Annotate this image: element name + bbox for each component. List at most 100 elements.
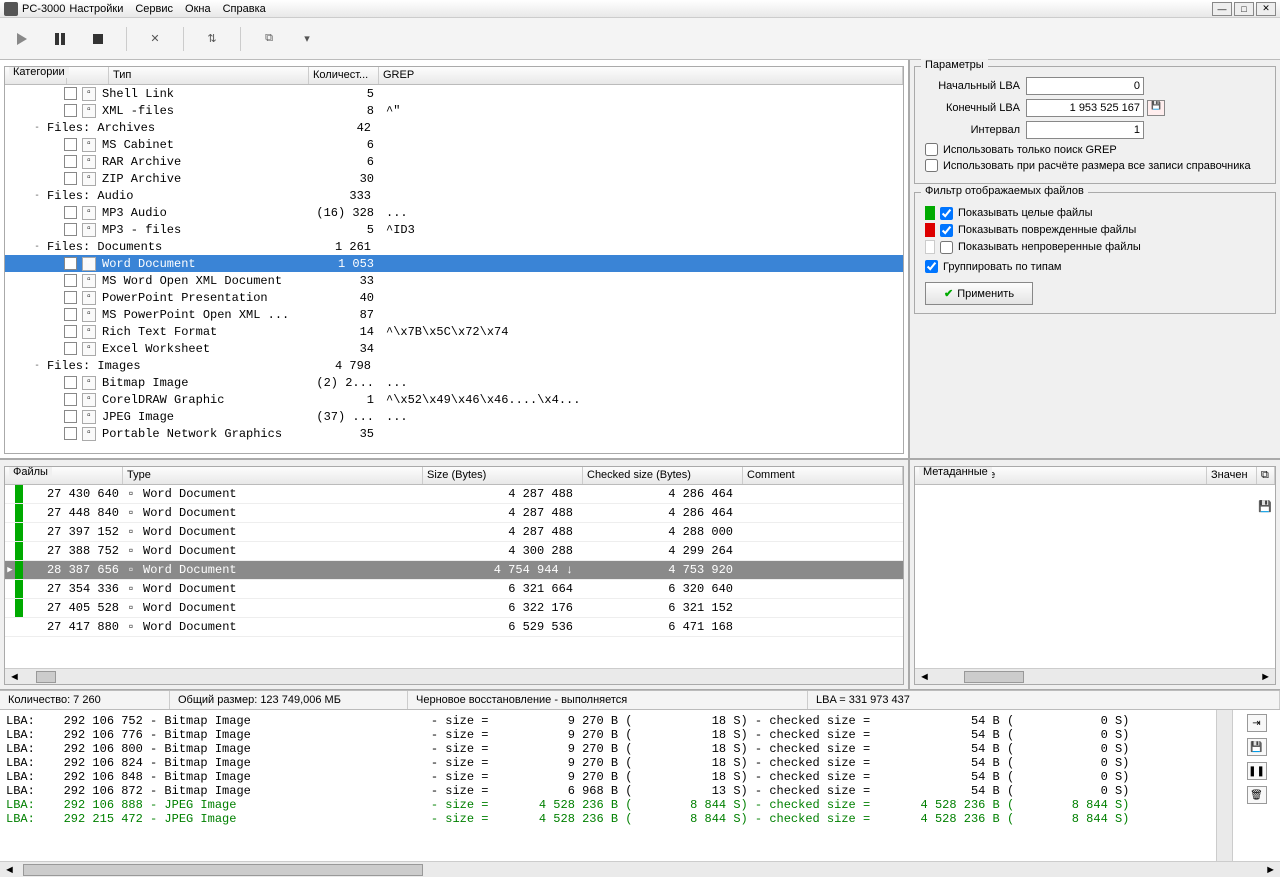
checkbox[interactable] [64,342,77,355]
menu-windows[interactable]: Окна [185,3,211,15]
file-row[interactable]: 27 354 336▫Word Document6 321 6646 320 6… [5,580,903,599]
category-row[interactable]: ▫JPEG Image(37) ...... [5,408,903,425]
log-vscroll[interactable] [1216,710,1232,861]
expand-icon[interactable] [49,258,61,269]
expand-icon[interactable] [49,292,61,303]
col-size[interactable]: Size (Bytes) [423,467,583,484]
file-row[interactable]: 27 397 152▫Word Document4 287 4884 288 0… [5,523,903,542]
expand-icon[interactable] [49,377,61,388]
maximize-button[interactable]: □ [1234,2,1254,16]
close-button[interactable]: ✕ [1256,2,1276,16]
files-hscroll[interactable]: ◄ [5,668,903,684]
meta-hscroll[interactable]: ◄► [915,668,1275,684]
checkbox[interactable] [64,410,77,423]
expand-icon[interactable] [49,394,61,405]
log-hscroll[interactable]: ◄► [0,861,1280,877]
checkbox[interactable] [64,291,77,304]
category-row[interactable]: -Files: Images4 798 [5,357,903,374]
category-row[interactable]: ▫XML -files8^" [5,102,903,119]
file-row[interactable]: 27 430 640▫Word Document4 287 4884 286 4… [5,485,903,504]
use-catalog-checkbox[interactable] [925,159,938,172]
file-row[interactable]: 27 405 528▫Word Document6 322 1766 321 1… [5,599,903,618]
disk-icon[interactable]: 💾 [1147,100,1165,116]
col-comment[interactable]: Comment [743,467,903,484]
checkbox[interactable] [64,393,77,406]
tools-button[interactable]: ✕ [145,29,165,49]
expand-icon[interactable] [49,173,61,184]
col-type[interactable]: Тип [109,67,309,84]
category-row[interactable]: ▫Word Document1 053 [5,255,903,272]
checkbox[interactable] [64,172,77,185]
checkbox[interactable] [64,257,77,270]
category-row[interactable]: ▫Shell Link5 [5,85,903,102]
checkbox[interactable] [64,376,77,389]
category-row[interactable]: ▫CorelDRAW Graphic1^\x52\x49\x46\x46....… [5,391,903,408]
col-count[interactable]: Количест... [309,67,379,84]
col-type[interactable]: Type [123,467,423,484]
checkbox[interactable] [64,325,77,338]
sort-button[interactable]: ⇅ [202,29,222,49]
category-row[interactable]: ▫Portable Network Graphics35 [5,425,903,442]
copy-button[interactable]: ⧉ [259,29,279,49]
start-lba-input[interactable] [1026,77,1144,95]
checkbox[interactable] [64,274,77,287]
checkbox[interactable] [64,138,77,151]
expand-icon[interactable] [49,224,61,235]
category-row[interactable]: ▫PowerPoint Presentation40 [5,289,903,306]
expand-icon[interactable] [49,207,61,218]
file-row[interactable]: 27 448 840▫Word Document4 287 4884 286 4… [5,504,903,523]
category-row[interactable]: ▫Excel Worksheet34 [5,340,903,357]
col-value[interactable]: Значен [1207,467,1257,484]
expand-icon[interactable] [49,326,61,337]
expand-icon[interactable] [49,309,61,320]
stop-button[interactable] [88,29,108,49]
col-grep[interactable]: GREP [379,67,903,84]
expand-icon[interactable]: - [31,190,43,201]
col-checked[interactable]: Checked size (Bytes) [583,467,743,484]
apply-button[interactable]: ✔Применить [925,282,1033,305]
save-icon[interactable]: 💾 [1258,500,1272,513]
group-by-type-checkbox[interactable] [925,260,938,273]
show-damaged-checkbox[interactable] [940,224,953,237]
category-row[interactable]: ▫MS PowerPoint Open XML ...87 [5,306,903,323]
checkbox[interactable] [64,104,77,117]
category-row[interactable]: -Files: Archives42 [5,119,903,136]
file-row[interactable]: 27 417 880▫Word Document6 529 5366 471 1… [5,618,903,637]
checkbox[interactable] [64,427,77,440]
menu-service[interactable]: Сервис [135,3,173,15]
interval-input[interactable] [1026,121,1144,139]
expand-icon[interactable] [49,411,61,422]
log-text[interactable]: LBA: 292 106 752 - Bitmap Image - size =… [0,710,1216,861]
categories-body[interactable]: ▫Shell Link5 ▫XML -files8^"-Files: Archi… [5,85,903,453]
expand-icon[interactable] [49,88,61,99]
expand-icon[interactable]: - [31,360,43,371]
pause-button[interactable] [50,29,70,49]
checkbox[interactable] [64,155,77,168]
log-save-icon[interactable]: 💾 [1247,738,1267,756]
category-row[interactable]: -Files: Documents1 261 [5,238,903,255]
checkbox[interactable] [64,308,77,321]
category-row[interactable]: ▫MS Word Open XML Document33 [5,272,903,289]
log-export-icon[interactable]: ⇥ [1247,714,1267,732]
expand-icon[interactable] [49,105,61,116]
expand-icon[interactable] [49,428,61,439]
expand-icon[interactable] [49,156,61,167]
checkbox[interactable] [64,223,77,236]
show-unverified-checkbox[interactable] [940,241,953,254]
use-grep-checkbox[interactable] [925,143,938,156]
category-row[interactable]: -Files: Audio333 [5,187,903,204]
category-row[interactable]: ▫Bitmap Image(2) 2...... [5,374,903,391]
expand-icon[interactable] [49,343,61,354]
dropdown-button[interactable]: ▾ [297,29,317,49]
files-body[interactable]: 27 430 640▫Word Document4 287 4884 286 4… [5,485,903,668]
minimize-button[interactable]: — [1212,2,1232,16]
show-whole-checkbox[interactable] [940,207,953,220]
checkbox[interactable] [64,87,77,100]
file-row[interactable]: 27 388 752▫Word Document4 300 2884 299 2… [5,542,903,561]
expand-icon[interactable]: - [31,122,43,133]
checkbox[interactable] [64,206,77,219]
expand-icon[interactable]: - [31,241,43,252]
category-row[interactable]: ▫MP3 Audio(16) 328... [5,204,903,221]
play-button[interactable] [12,29,32,49]
menu-settings[interactable]: Настройки [69,3,123,15]
